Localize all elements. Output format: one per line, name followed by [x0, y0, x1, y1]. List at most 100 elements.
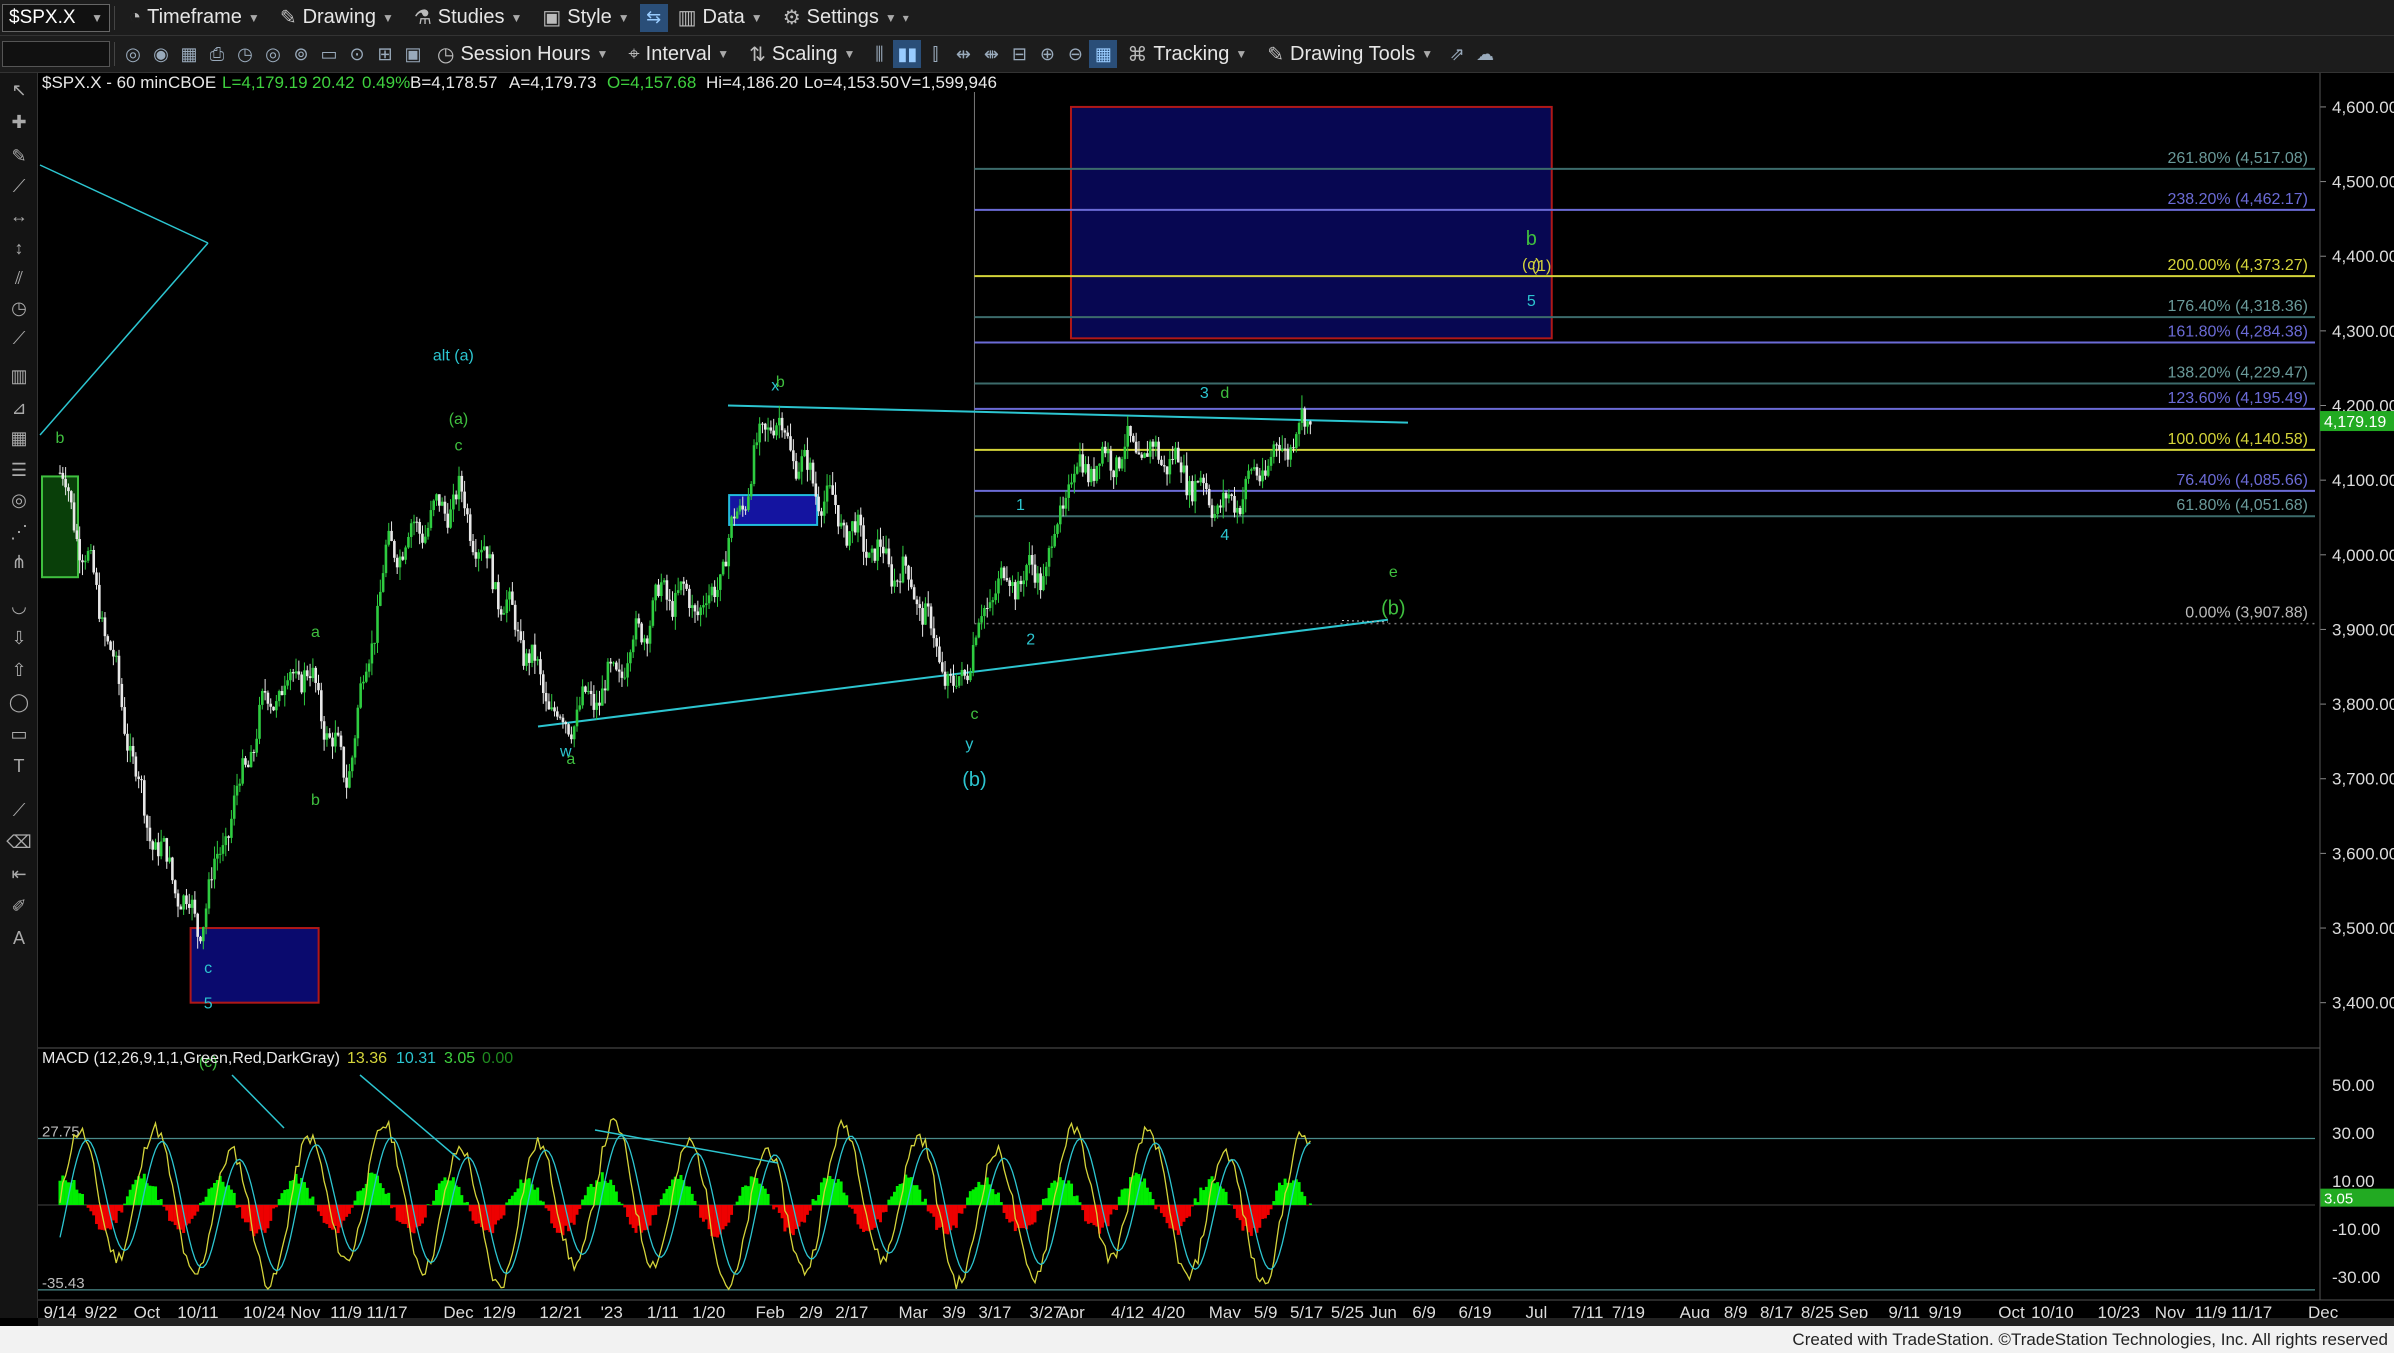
macd-histogram-bar: [699, 1204, 703, 1218]
grid-icon[interactable]: ⊞: [371, 40, 399, 68]
lock-icon[interactable]: ⊙: [343, 40, 371, 68]
cloud-icon[interactable]: ☁: [1471, 40, 1499, 68]
arrow-up-icon[interactable]: ⇧: [6, 657, 32, 683]
macd-histogram-bar: [154, 1186, 158, 1205]
layout-icon[interactable]: ⇆: [639, 3, 668, 32]
macd-histogram-bar: [350, 1204, 354, 1208]
color-icon[interactable]: ✐: [6, 893, 32, 919]
candle-body: [1216, 505, 1219, 515]
candle-body: [328, 733, 332, 738]
sync-icon[interactable]: ◉: [147, 40, 175, 68]
compress-icon[interactable]: ⇼: [977, 40, 1005, 68]
scaling-menu[interactable]: ⇅ Scaling ▼: [739, 36, 865, 72]
tracking-menu[interactable]: ⌘ Tracking ▼: [1117, 36, 1257, 72]
price-chart[interactable]: 261.80% (4,517.08) 238.20% (4,462.17) 200.…: [0, 0, 2394, 1353]
studies-menu[interactable]: ⚗ Studies ▼: [404, 0, 533, 35]
spiral-icon[interactable]: ◎: [6, 487, 32, 513]
horizontal-scrollbar[interactable]: [38, 1318, 2394, 1326]
candle-body: [438, 494, 441, 506]
macd-histogram-bar: [581, 1199, 585, 1205]
refresh-icon[interactable]: ◎: [119, 40, 147, 68]
macd-histogram-bar: [620, 1203, 624, 1205]
zoom-out-icon[interactable]: ⊖: [1061, 40, 1089, 68]
arc-icon[interactable]: ◡: [6, 593, 32, 619]
snap-icon[interactable]: ⇤: [6, 861, 32, 887]
bars-icon[interactable]: ▥: [6, 363, 32, 389]
grid-toggle-icon[interactable]: ▦: [1089, 40, 1118, 68]
candle-body: [1151, 441, 1155, 447]
macd-histogram-bar: [538, 1200, 542, 1205]
interval-box[interactable]: [2, 41, 110, 67]
macd-histogram-bar: [1238, 1204, 1242, 1221]
target-icon[interactable]: ◎: [259, 40, 287, 68]
panels-icon[interactable]: ⊟: [1005, 40, 1033, 68]
fan-icon[interactable]: ⋰: [6, 519, 32, 545]
speed-lines-icon[interactable]: ⟋: [6, 325, 32, 351]
channel-icon[interactable]: ⫽: [6, 265, 32, 291]
arrow-down-icon[interactable]: ⇩: [6, 625, 32, 651]
fib-icon[interactable]: ☰: [6, 457, 32, 483]
style-menu[interactable]: ▣ Style ▼: [532, 0, 639, 35]
candle-body: [873, 548, 877, 561]
candle-body: [1258, 475, 1262, 482]
candle-body: [114, 655, 118, 657]
macd-histogram-bar: [1300, 1191, 1304, 1205]
macd-histogram-bar: [437, 1183, 441, 1205]
drawing-menu[interactable]: ✎ Drawing ▼: [270, 0, 404, 35]
candle-body: [244, 758, 247, 765]
crosshair-icon[interactable]: ✚: [6, 109, 32, 135]
symbol-selector[interactable]: $SPX.X ▼: [2, 3, 110, 32]
pen-icon[interactable]: ✎: [6, 143, 32, 169]
data-menu[interactable]: ▥ Data ▼: [668, 0, 773, 35]
rectangle-icon[interactable]: ▭: [6, 721, 32, 747]
gann-icon[interactable]: ⊿: [6, 395, 32, 421]
candle-body: [1058, 505, 1062, 525]
interval-menu[interactable]: ⌖ Interval ▼: [618, 36, 739, 72]
bar-chart-icon[interactable]: ⫼: [865, 40, 893, 68]
settings-menu[interactable]: ⚙ Settings ▼ ▾: [773, 0, 919, 35]
macd-histogram-bar: [311, 1196, 315, 1205]
candle-body: [1224, 492, 1228, 499]
link-icon[interactable]: ⊚: [287, 40, 315, 68]
candle-body: [263, 690, 267, 693]
macd-histogram-bar: [496, 1204, 500, 1221]
export-icon[interactable]: ⇗: [1443, 40, 1471, 68]
macd-histogram-bar: [280, 1193, 284, 1205]
candle-body: [674, 592, 677, 617]
candlestick-icon[interactable]: ▮▮: [893, 40, 922, 68]
font-icon[interactable]: A: [6, 925, 32, 951]
print-icon[interactable]: ⎙: [203, 40, 231, 68]
camera-icon[interactable]: ▣: [399, 40, 427, 68]
candle-body: [938, 646, 941, 663]
ellipse-icon[interactable]: ◯: [6, 689, 32, 715]
macd-histogram-bar: [730, 1204, 734, 1215]
drawing-tools-menu[interactable]: ✎ Drawing Tools ▼: [1257, 36, 1443, 72]
cycle-icon[interactable]: ◷: [6, 295, 32, 321]
grid-icon[interactable]: ▦: [6, 425, 32, 451]
timeframe-label: Timeframe: [147, 6, 242, 28]
pitchfork-icon[interactable]: ⋔: [6, 549, 32, 575]
candle-body: [356, 707, 360, 739]
bell-icon[interactable]: ◷: [231, 40, 259, 68]
candle-body: [294, 671, 298, 674]
candle-body: [1264, 470, 1267, 476]
candle-body: [508, 591, 511, 600]
macd-histogram-bar: [606, 1182, 610, 1205]
calendar-icon[interactable]: ▦: [175, 40, 203, 68]
session-hours-menu[interactable]: ◷ Session Hours ▼: [427, 36, 618, 72]
text-icon[interactable]: T: [6, 753, 32, 779]
candle-body: [187, 904, 191, 908]
macd-histogram-bar: [935, 1204, 939, 1230]
eraser-icon[interactable]: ⌫: [6, 829, 32, 855]
pointer-icon[interactable]: ↖: [6, 77, 32, 103]
expand-icon[interactable]: ⇹: [949, 40, 977, 68]
candle-body: [300, 674, 303, 693]
horizontal-line-icon[interactable]: ↔: [6, 203, 32, 229]
timeframe-menu[interactable]: ◔ Timeframe ▼: [119, 0, 270, 35]
trendline-icon[interactable]: ⟋: [6, 173, 32, 199]
ohlc-icon[interactable]: ⫿: [921, 40, 949, 68]
window-icon[interactable]: ▭: [315, 40, 343, 68]
vertical-line-icon[interactable]: ↕: [6, 235, 32, 261]
zoom-in-icon[interactable]: ⊕: [1033, 40, 1061, 68]
ruler-icon[interactable]: ⟋: [6, 797, 32, 823]
